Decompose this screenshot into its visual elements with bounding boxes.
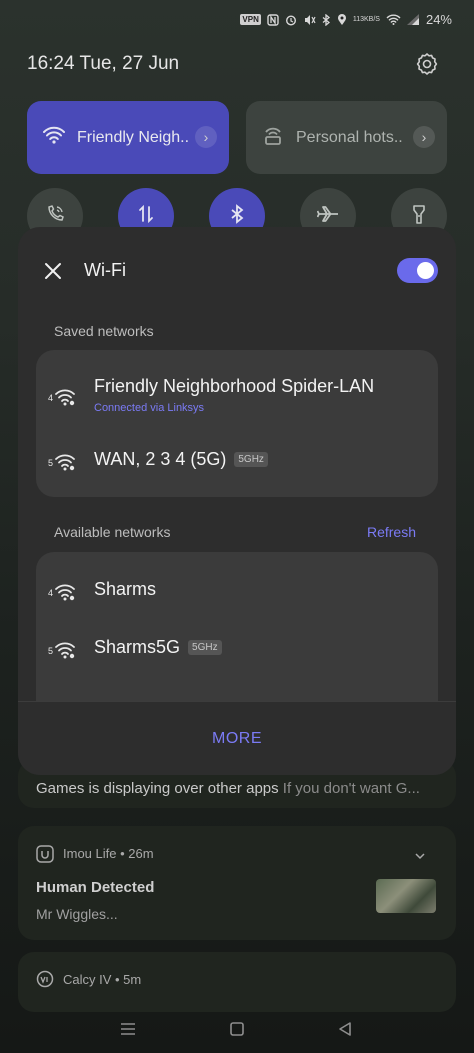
imou-notification-body: Mr Wiggles... — [36, 906, 118, 922]
wifi-toggle[interactable] — [397, 258, 438, 283]
location-icon — [337, 13, 347, 26]
more-button[interactable]: MORE — [212, 730, 262, 748]
saved-networks-heading: Saved networks — [54, 323, 154, 339]
network-name-text: Sharms5G — [94, 637, 181, 657]
network-name-text: Sharms — [94, 579, 157, 599]
wifi-signal-icon: 4 — [48, 579, 80, 603]
calcy-app-icon — [36, 970, 54, 993]
imou-app-icon — [36, 845, 54, 868]
calcy-app-name: Calcy IV • 5m — [63, 972, 142, 987]
network-status: Connected via Linksys — [94, 402, 205, 414]
date-time: 16:24 Tue, 27 Jun — [27, 53, 180, 74]
imou-app-name: Imou Life • 26m — [63, 846, 154, 861]
battery-level: 24% — [425, 12, 452, 27]
available-network-row[interactable]: 4 Sharms — [36, 562, 438, 620]
more-bar: MORE — [18, 701, 456, 775]
hotspot-tile-label: Personal hots.. — [296, 128, 403, 146]
hotspot-tile[interactable]: Personal hots.. › — [246, 101, 447, 174]
mute-icon — [303, 14, 316, 26]
available-networks-heading: Available networks — [54, 524, 171, 540]
vpn-icon: VPN — [240, 14, 261, 25]
network-name: Friendly Neighborhood Spider-LAN — [94, 376, 374, 397]
chevron-right-icon[interactable]: › — [413, 126, 435, 148]
back-icon[interactable] — [338, 1021, 352, 1042]
wifi-tile[interactable]: Friendly Neigh.. › — [27, 101, 229, 174]
network-name: WAN, 2 3 4 (5G) 5GHz — [94, 449, 268, 470]
chevron-right-icon[interactable]: › — [195, 126, 217, 148]
home-icon[interactable] — [230, 1022, 244, 1041]
bluetooth-icon — [230, 203, 244, 229]
status-bar: VPN 113 KB/S 24% — [240, 12, 452, 27]
overlay-notification-text: Games is displaying over other apps If y… — [36, 780, 440, 797]
wifi-dialog: Wi-Fi Saved networks 4 Friendly Neighbor… — [18, 227, 456, 775]
wifi-generation-label: 5 — [48, 458, 54, 468]
bluetooth-icon — [322, 13, 331, 26]
camera-thumbnail — [376, 879, 436, 913]
saved-network-row[interactable]: 4 Friendly Neighborhood Spider-LAN Conne… — [36, 364, 438, 422]
navigation-bar — [0, 1018, 474, 1042]
dialog-title: Wi-Fi — [84, 260, 126, 280]
wifi-icon — [43, 126, 65, 149]
overlay-notification-body: If you don't want G... — [282, 780, 420, 797]
available-network-row[interactable]: 5 Sharms5G 5GHz — [36, 620, 438, 678]
mobile-data-icon — [137, 204, 155, 229]
hotspot-icon — [262, 125, 284, 150]
wifi-signal-icon: 5 — [48, 637, 80, 661]
nfc-icon — [267, 13, 279, 26]
overlay-notification-title: Games is displaying over other apps — [36, 780, 279, 797]
wifi-generation-label: 5 — [48, 646, 54, 656]
wifi-tile-label: Friendly Neigh.. — [77, 128, 190, 146]
refresh-button[interactable]: Refresh — [367, 524, 416, 540]
wifi-signal-icon: 5 — [48, 449, 80, 473]
close-icon[interactable] — [44, 262, 62, 280]
toggle-knob — [417, 262, 434, 279]
net-speed: 113 KB/S — [352, 16, 380, 23]
network-name-text: WAN, 2 3 4 (5G) — [94, 449, 227, 469]
network-name: Sharms — [94, 579, 156, 600]
network-name: Sharms5G 5GHz — [94, 637, 222, 658]
saved-networks-card: 4 Friendly Neighborhood Spider-LAN Conne… — [36, 350, 438, 497]
wifi-icon — [386, 14, 401, 25]
flashlight-icon — [412, 203, 426, 230]
wifi-generation-label: 4 — [48, 588, 54, 598]
network-name-text: Friendly Neighborhood Spider-LAN — [94, 376, 375, 396]
band-badge: 5GHz — [234, 452, 268, 467]
band-badge: 5GHz — [188, 640, 222, 655]
settings-gear-icon[interactable] — [415, 52, 439, 76]
chevron-down-icon[interactable] — [414, 848, 426, 866]
imou-notification-title: Human Detected — [36, 879, 155, 896]
airplane-icon — [316, 204, 339, 229]
wifi-calling-icon — [45, 204, 65, 229]
alarm-icon — [285, 14, 297, 26]
signal-icon — [406, 14, 420, 25]
saved-network-row[interactable]: 5 WAN, 2 3 4 (5G) 5GHz — [36, 432, 438, 490]
menu-icon[interactable] — [120, 1022, 136, 1041]
wifi-generation-label: 4 — [48, 393, 54, 403]
wifi-signal-icon: 4 — [48, 384, 80, 408]
